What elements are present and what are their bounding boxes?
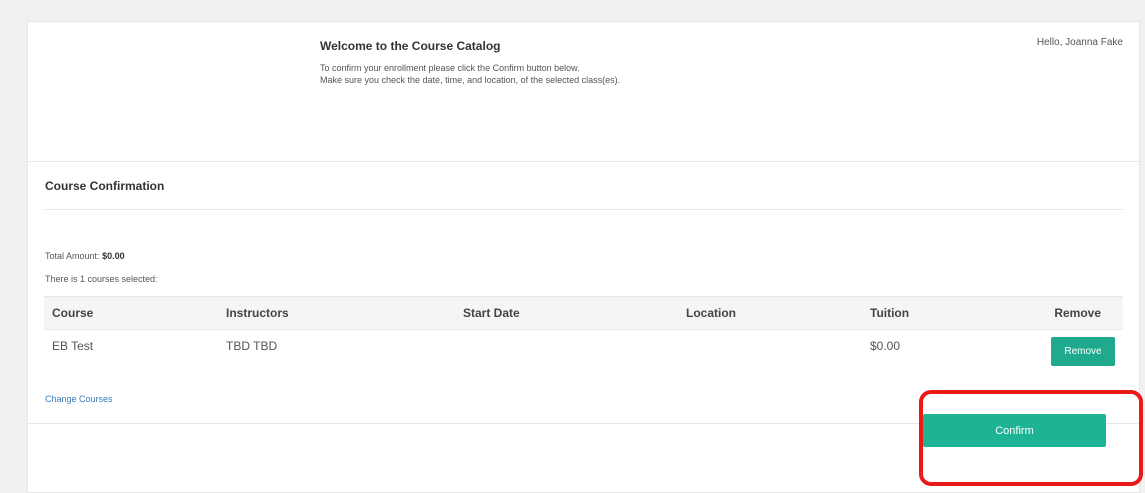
- courses-table: Course Instructors Start Date Location T…: [44, 296, 1123, 370]
- header-course: Course: [52, 306, 94, 320]
- instruction-line-1: To confirm your enrollment please click …: [320, 63, 580, 73]
- cell-course: EB Test: [52, 339, 94, 353]
- header-remove: Remove: [1054, 306, 1101, 320]
- total-label: Total Amount:: [45, 251, 100, 261]
- highlight-box: [919, 390, 1143, 486]
- section-title: Course Confirmation: [45, 179, 165, 193]
- instruction-line-2: Make sure you check the date, time, and …: [320, 75, 621, 85]
- header-location: Location: [686, 306, 736, 320]
- total-value: $0.00: [102, 251, 125, 261]
- divider: [44, 209, 1123, 210]
- page-title: Welcome to the Course Catalog: [320, 39, 501, 53]
- table-header: Course Instructors Start Date Location T…: [44, 296, 1123, 330]
- welcome-block: Welcome to the Course Catalog To confirm…: [320, 39, 620, 86]
- change-courses-link[interactable]: Change Courses: [45, 394, 113, 404]
- table-row: EB Test TBD TBD $0.00 Remove: [44, 330, 1123, 370]
- divider: [28, 161, 1139, 162]
- header-tuition: Tuition: [870, 306, 910, 320]
- cell-tuition: $0.00: [870, 339, 901, 353]
- header-start-date: Start Date: [463, 306, 520, 320]
- cell-instructors: TBD TBD: [226, 339, 278, 353]
- user-greeting: Hello, Joanna Fake: [1036, 37, 1123, 48]
- remove-button[interactable]: Remove: [1051, 337, 1115, 366]
- total-amount: Total Amount: $0.00: [45, 251, 125, 261]
- selected-count: There is 1 courses selected:: [45, 274, 158, 284]
- header-instructors: Instructors: [226, 306, 289, 320]
